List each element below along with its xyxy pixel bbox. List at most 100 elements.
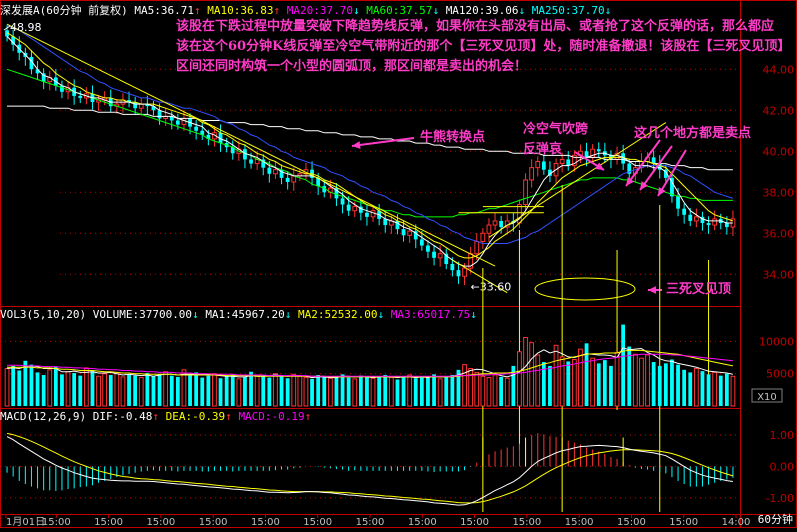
candle-body-up — [535, 161, 541, 169]
candle-body-up — [273, 169, 278, 175]
volume-bar-down — [279, 375, 284, 406]
chart-stage: 34.00 36.00 38.00 40.00 42.00 44.00 5000 10000 X… — [0, 0, 797, 528]
volume-bar-up — [492, 374, 498, 407]
volume-bar-up — [486, 377, 492, 407]
volume-bar-down — [682, 369, 687, 406]
annotation-bull-bear: 牛熊转换点 — [420, 130, 486, 145]
volume-bar-up — [47, 369, 53, 407]
down-arrow-icon: ↓ — [518, 4, 526, 17]
volume-bar-up — [114, 371, 120, 407]
volume-bar-down — [670, 359, 674, 406]
candle-body-up — [181, 117, 187, 126]
price-tick-label: 40.00 — [763, 145, 795, 158]
volume-bar-up — [474, 371, 480, 407]
volume-bar-down — [688, 372, 693, 406]
volume-bar-down — [29, 364, 34, 406]
candle-body-down — [688, 214, 693, 221]
volume-bar-up — [388, 377, 394, 407]
candle-body-down — [285, 177, 290, 182]
sell-point-arrow — [639, 145, 673, 191]
ma10-value: MA10:36.83 — [207, 4, 274, 17]
low-price-label: ←33.60 — [471, 281, 512, 294]
vol-indicator: VOL3(5,10,20) — [0, 308, 87, 321]
macd-header: MACD(12,26,9) DIF:-0.48↑ DEA:-0.39↑ MACD… — [0, 410, 311, 423]
candle-body-up — [529, 167, 535, 181]
volume-bar-down — [151, 376, 156, 406]
volume-bar-up — [303, 377, 309, 407]
volume-bar-down — [206, 375, 211, 406]
x-tick-label: 15:00 — [146, 517, 175, 528]
volume-bar-down — [395, 379, 400, 406]
volume-bar-up — [96, 375, 101, 407]
volume-bar-down — [426, 377, 430, 406]
volume-bar-up — [102, 373, 108, 407]
volume-bar-down — [169, 375, 174, 406]
price-tick-label: 36.00 — [763, 227, 795, 240]
annotation-three-death: 三死叉见顶 — [666, 282, 732, 297]
price-header: 深发展A(60分钟 前复权) MA5:36.71↑ MA10:36.83↑ MA… — [0, 2, 611, 18]
volume-bar-up — [632, 353, 638, 407]
volume-bar-up — [212, 373, 217, 407]
three-death-arrow-head — [648, 286, 657, 294]
volume-bar-down — [718, 375, 723, 406]
volume-header: VOL3(5,10,20) VOLUME:37700.00↓ MA1:45967… — [0, 308, 477, 321]
down-arrow-icon: ↓ — [432, 4, 440, 17]
x-tick-label: 15:00 — [512, 517, 541, 528]
volume-bar-down — [243, 376, 247, 406]
candle-body-up — [480, 232, 486, 242]
candle-body-up — [437, 253, 443, 259]
dif-value: DIF:-0.48 — [92, 410, 153, 423]
x-tick-label: 15:00 — [617, 517, 646, 528]
x-tick-label: 15:00 — [199, 517, 228, 528]
candle-body-down — [426, 245, 430, 252]
down-arrow-icon: ↓ — [470, 308, 477, 321]
x-tick-label: 14:00 — [722, 517, 751, 528]
volume-bar-down — [200, 377, 205, 406]
annotation-main-text: 该股在下跌过程中放量突破下降趋势线反弹，如果你在头部没有出局、或者抢了这个反弹的… — [176, 19, 784, 74]
volume-bar-up — [517, 351, 522, 407]
annotation-sell-points: 这几个地方都是卖点 — [634, 126, 752, 141]
up-arrow-icon: ↑ — [152, 410, 159, 423]
volume-bar-up — [407, 374, 413, 407]
volume-bar-up — [559, 356, 565, 407]
ma5-value: MA5:36.71 — [134, 4, 194, 17]
volume-bar-down — [72, 373, 77, 406]
candle-body-up — [486, 224, 492, 234]
volume-bar-down — [108, 374, 113, 406]
volume-tick-label: 10000 — [759, 335, 794, 348]
volume-bar-down — [419, 376, 424, 406]
volume-bar-down — [17, 370, 22, 406]
candle-body-down — [450, 264, 455, 271]
volume-unit-label: X10 — [757, 392, 777, 403]
volume-bar-up — [138, 377, 144, 407]
volume-bar-down — [267, 377, 272, 406]
candle-body-down — [706, 223, 711, 226]
volume-bar-down — [310, 378, 314, 406]
volume-bar-down — [432, 374, 436, 406]
volume-bar-down — [41, 374, 46, 406]
volume-bar-down — [78, 375, 83, 406]
stock-name: 深发展A — [0, 4, 40, 17]
volume-bar-down — [444, 376, 449, 406]
macd-value: MACD:-0.19 — [238, 410, 305, 423]
volume-bar-up — [504, 377, 510, 407]
price-tick-label: 38.00 — [763, 186, 795, 199]
volume-bar-down — [651, 362, 656, 406]
volume-bar-down — [450, 374, 455, 406]
candle-body-down — [456, 270, 461, 277]
volume-bar-down — [175, 376, 180, 406]
volume-bar-up — [529, 342, 535, 407]
candle-body-up — [559, 158, 565, 165]
dea-value: DEA:-0.39 — [165, 410, 226, 423]
candle-body-down — [175, 120, 180, 125]
volume-bar-up — [291, 373, 297, 407]
candle-body-down — [676, 196, 680, 209]
volume-bar-down — [566, 361, 571, 406]
vol-ma2: MA2:52532.00 — [298, 308, 378, 321]
ma250-value: MA250:37.70 — [531, 4, 605, 17]
volume-value: VOLUME:37700.00 — [92, 308, 193, 321]
price-tick-label: 34.00 — [763, 268, 795, 281]
volume-bar-down — [621, 324, 626, 406]
volume-bar-down — [499, 376, 504, 406]
volume-bar-down — [584, 343, 589, 406]
